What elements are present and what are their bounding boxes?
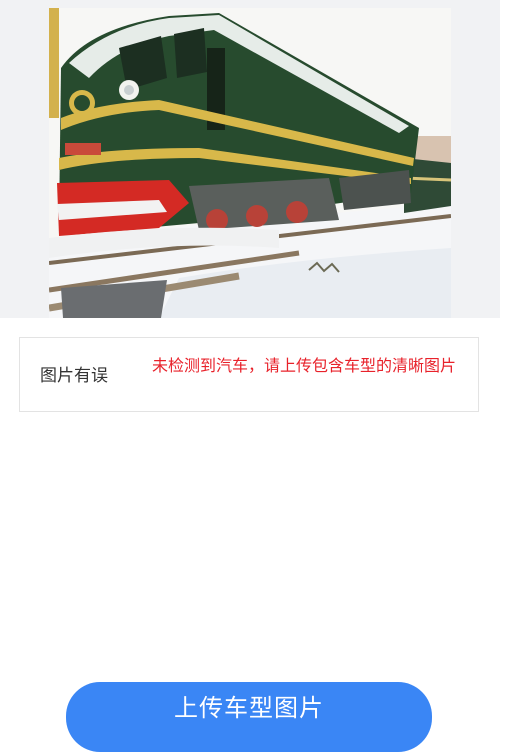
result-label: 图片有误 (40, 366, 108, 386)
uploaded-image-area (0, 0, 500, 318)
upload-car-image-button[interactable]: 上传车型图片 (66, 682, 432, 752)
error-message: 未检测到汽车，请上传包含车型的清晰图片 (152, 356, 457, 375)
recognition-result-card: 图片有误 未检测到汽车，请上传包含车型的清晰图片 (19, 337, 479, 412)
locomotive-photo (49, 8, 451, 318)
